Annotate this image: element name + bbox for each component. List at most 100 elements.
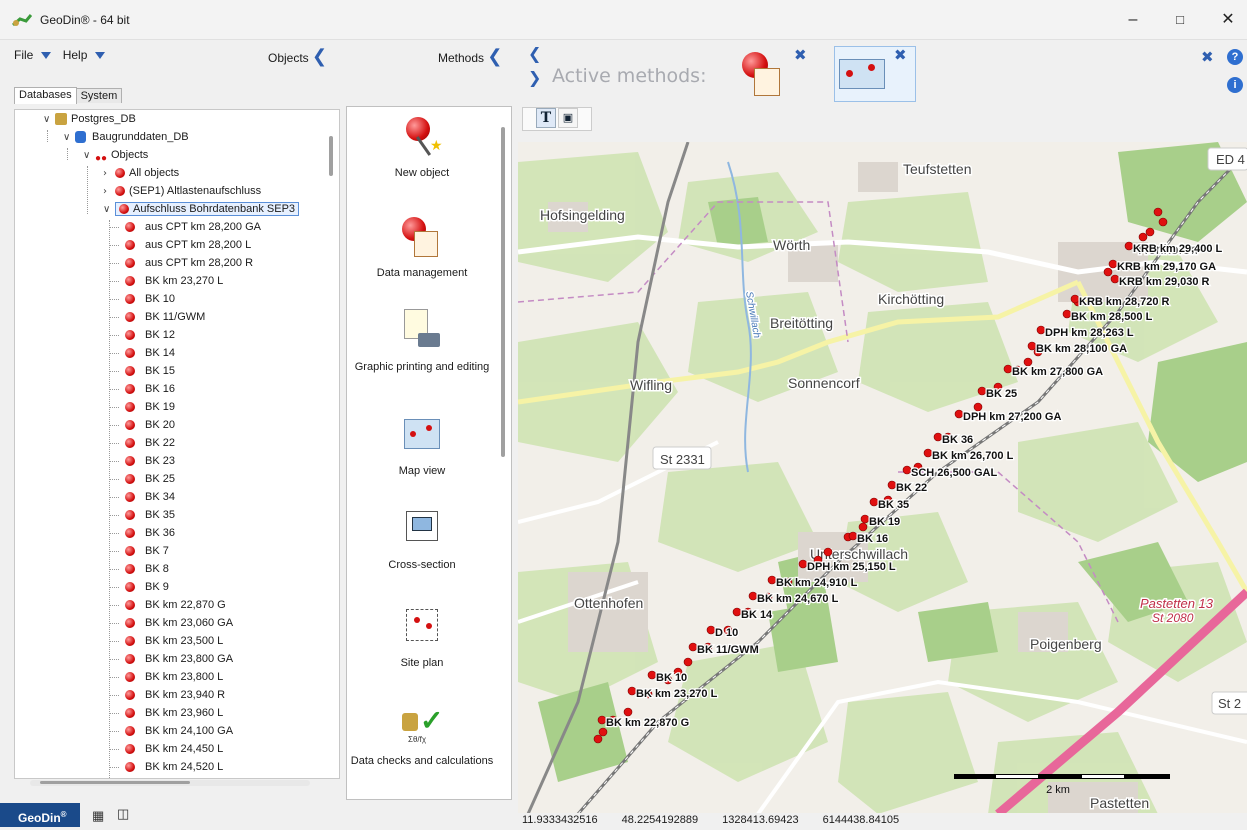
borehole-marker[interactable] (1003, 364, 1013, 374)
tree-node-db[interactable]: ∨ Baugrunddaten_DB (63, 128, 189, 146)
close-active-method-icon[interactable]: ✖ (794, 46, 807, 64)
borehole-marker[interactable] (623, 707, 633, 717)
collapse-objects-icon[interactable]: ❮ (312, 46, 327, 67)
maximize-button[interactable]: □ (1165, 8, 1195, 32)
borehole-marker[interactable] (1145, 227, 1155, 237)
tree-horizontal-scrollbar[interactable] (30, 780, 310, 786)
grid-view-icon[interactable]: ▦ (92, 808, 104, 824)
borehole-marker[interactable] (1110, 274, 1120, 284)
tree-leaf-item[interactable]: BK km 23,940 R (109, 686, 225, 704)
method-graphic-printing[interactable]: Graphic printing and editing (347, 309, 497, 373)
tree-leaf-item[interactable]: aus CPT km 28,200 L (109, 236, 251, 254)
borehole-marker[interactable] (598, 727, 608, 737)
borehole-marker[interactable] (732, 607, 742, 617)
tree-leaf-item[interactable]: BK 9 (109, 578, 169, 596)
borehole-marker[interactable] (1124, 241, 1134, 251)
borehole-marker[interactable] (848, 531, 858, 541)
borehole-marker[interactable] (858, 522, 868, 532)
expand-icon[interactable]: › (103, 183, 115, 201)
tree-node-all-objects[interactable]: › All objects (103, 164, 179, 182)
tree-leaf-item[interactable]: BK km 23,960 L (109, 704, 223, 722)
borehole-marker[interactable] (683, 657, 693, 667)
image-tool-icon[interactable]: ▣ (558, 108, 578, 128)
tree-leaf-item[interactable]: BK km 24,100 GA (109, 722, 233, 740)
tree-leaf-item[interactable]: BK 16 (109, 380, 175, 398)
borehole-marker[interactable] (933, 432, 943, 442)
tree-leaf-item[interactable]: BK 34 (109, 488, 175, 506)
tree-leaf-item[interactable]: BK 11/GWM (109, 308, 205, 326)
borehole-marker[interactable] (869, 497, 879, 507)
tree-node-objects[interactable]: ∨ ●● Objects (83, 146, 148, 164)
borehole-marker[interactable] (954, 409, 964, 419)
tree-leaf-item[interactable]: BK km 23,500 L (109, 632, 223, 650)
borehole-marker[interactable] (748, 591, 758, 601)
tree-leaf-item[interactable]: BK 14 (109, 344, 175, 362)
active-data-management-icon[interactable] (738, 50, 786, 100)
close-map-view-icon[interactable]: ✖ (894, 46, 907, 64)
borehole-marker[interactable] (887, 480, 897, 490)
tree-scrollbar[interactable] (329, 136, 333, 176)
borehole-marker[interactable] (1108, 259, 1118, 269)
borehole-marker[interactable] (1023, 357, 1033, 367)
minimize-button[interactable]: – (1118, 8, 1148, 32)
tab-databases[interactable]: Databases (14, 87, 77, 104)
method-data-management[interactable]: Data management (347, 215, 497, 279)
tree-leaf-item[interactable]: BK 22 (109, 434, 175, 452)
collapse-icon[interactable]: ∨ (83, 147, 95, 165)
method-map-view[interactable]: Map view (347, 413, 497, 477)
tree-leaf-item[interactable]: BK 23 (109, 452, 175, 470)
tree-leaf-item[interactable]: BK 7 (109, 542, 169, 560)
borehole-marker[interactable] (902, 465, 912, 475)
file-menu[interactable]: File (14, 48, 55, 62)
tree-leaf-item[interactable]: BK km 22,870 G (109, 596, 226, 614)
tree-leaf-item[interactable]: BK 19 (109, 398, 175, 416)
tree-node-postgres[interactable]: ∨ Postgres_DB (43, 110, 136, 128)
tree-node-sep1[interactable]: › (SEP1) Altlastenaufschluss (103, 182, 261, 200)
tree-leaf-item[interactable]: BK km 23,270 L (109, 272, 223, 290)
borehole-marker[interactable] (1103, 267, 1113, 277)
method-cross-section[interactable]: Cross-section (347, 507, 497, 571)
method-data-checks[interactable]: ✓ Σθ/fχ Data checks and calculations (347, 703, 497, 768)
borehole-marker[interactable] (973, 402, 983, 412)
tab-system[interactable]: System (75, 88, 123, 103)
layout-icon[interactable]: ◫ (117, 806, 129, 822)
borehole-marker[interactable] (1138, 232, 1148, 242)
tree-node-sep3[interactable]: ∨ Aufschluss Bohrdatenbank SEP3 (103, 200, 300, 219)
methods-scrollbar[interactable] (501, 127, 505, 457)
tree-leaf-item[interactable]: BK 20 (109, 416, 175, 434)
collapse-icon[interactable]: ∨ (63, 129, 75, 147)
borehole-marker[interactable] (923, 448, 933, 458)
help-icon[interactable]: ? (1227, 49, 1243, 65)
collapse-icon[interactable]: ∨ (43, 111, 55, 129)
tree-leaf-item[interactable]: BK 25 (109, 470, 175, 488)
borehole-marker[interactable] (977, 386, 987, 396)
method-new-object[interactable]: ★ New object (347, 115, 497, 179)
borehole-marker[interactable] (593, 734, 603, 744)
text-tool-icon[interactable]: T (536, 108, 556, 128)
borehole-marker[interactable] (627, 686, 637, 696)
tree-leaf-item[interactable]: BK 10 (109, 290, 175, 308)
tree-leaf-item[interactable]: aus CPT km 28,200 GA (109, 218, 261, 236)
map-view[interactable]: Teufstetten Hofsingelding Wörth Hörlkofen Ki… (518, 142, 1247, 814)
tree-leaf-item[interactable]: BK km 23,800 L (109, 668, 223, 686)
tree-leaf-item[interactable]: BK 36 (109, 524, 175, 542)
borehole-marker[interactable] (597, 715, 607, 725)
tree-leaf-item[interactable]: BK km 24,450 L (109, 740, 223, 758)
expand-icon[interactable]: › (103, 165, 115, 183)
tree-leaf-item[interactable]: BK 12 (109, 326, 175, 344)
tree-leaf-item[interactable]: aus CPT km 28,200 R (109, 254, 253, 272)
tree-leaf-item[interactable]: BK 35 (109, 506, 175, 524)
collapse-icon[interactable]: ∨ (103, 201, 115, 219)
borehole-marker[interactable] (860, 514, 870, 524)
map-canvas[interactable]: TeufstettenHofsingeldingWörth HörlkofenKi… (518, 142, 1247, 814)
panel-forward-icon[interactable]: ❯ (528, 68, 541, 87)
borehole-marker[interactable] (706, 625, 716, 635)
tree-leaf-item[interactable]: BK 8 (109, 560, 169, 578)
borehole-marker[interactable] (1027, 341, 1037, 351)
borehole-marker[interactable] (798, 559, 808, 569)
borehole-marker[interactable] (1070, 294, 1080, 304)
tree-leaf-item[interactable]: BK km 24,520 L (109, 758, 223, 776)
close-all-icon[interactable]: ✖ (1201, 48, 1214, 66)
borehole-marker[interactable] (1062, 309, 1072, 319)
info-icon[interactable]: i (1227, 77, 1243, 93)
